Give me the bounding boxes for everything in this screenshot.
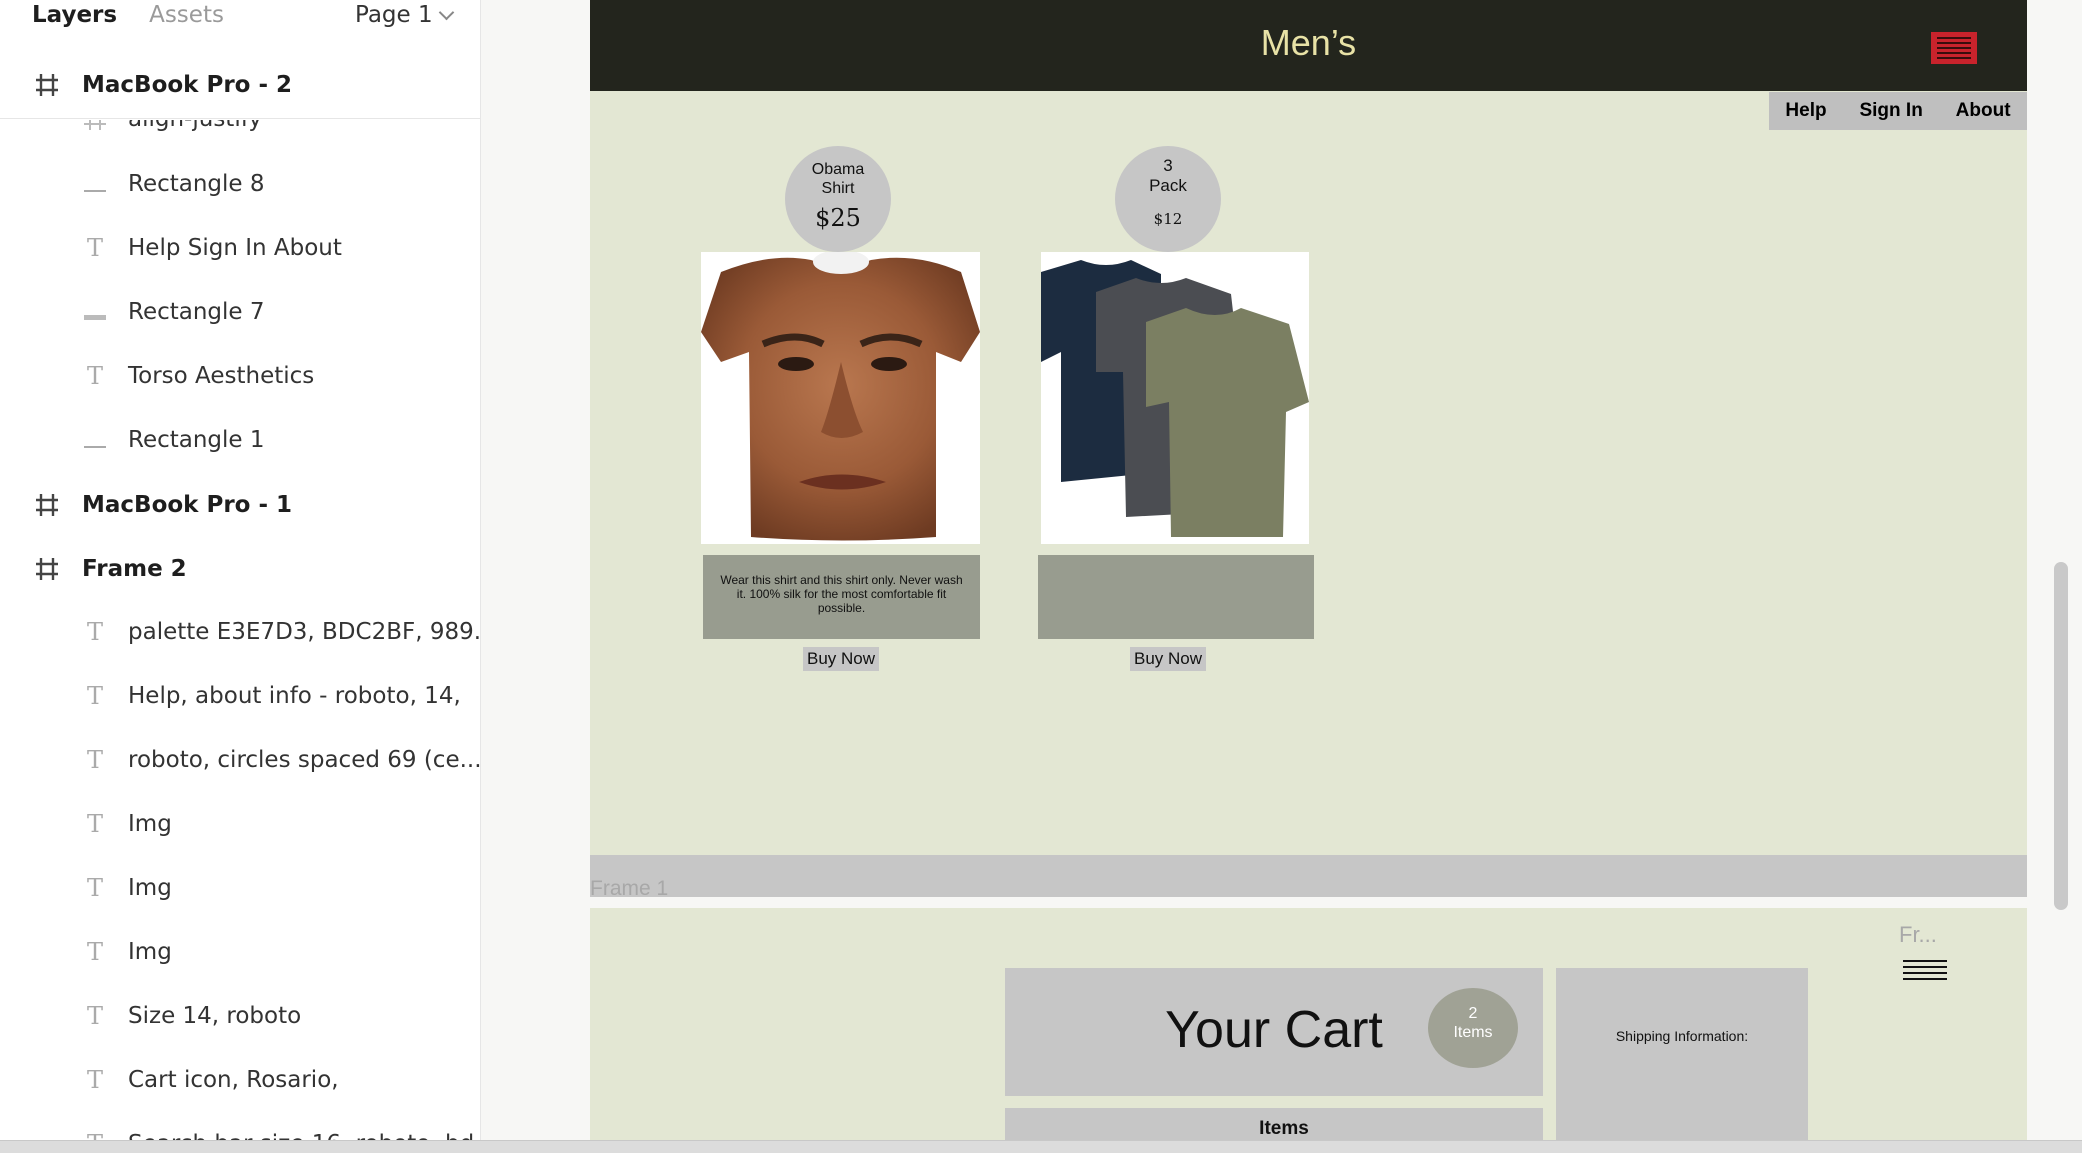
layer-item[interactable]: T palette E3E7D3, BDC2BF, 989... <box>80 618 481 646</box>
nav-help[interactable]: Help <box>1785 100 1826 122</box>
layers-panel: Layers Assets Page 1 MacBook Pro - 2 ali… <box>0 0 481 1152</box>
text-icon: T <box>86 618 103 646</box>
text-icon: T <box>86 938 103 966</box>
top-nav: Help Sign In About <box>1769 92 2027 130</box>
menu-icon[interactable] <box>1903 960 1947 980</box>
product-description: Wear this shirt and this shirt only. Nev… <box>703 555 980 639</box>
text-icon: T <box>86 810 103 838</box>
product-price: $25 <box>815 204 861 232</box>
layer-frame-mac1[interactable]: MacBook Pro - 1 <box>32 490 292 520</box>
badge-line-2: Shirt <box>821 180 855 197</box>
frame-mens-page[interactable]: Men’s Help Sign In About Obama Shirt $25 <box>590 0 2027 855</box>
text-icon: T <box>86 362 103 390</box>
shipping-box: Shipping Information: <box>1556 968 1808 1152</box>
layers-panel-header: Layers Assets Page 1 MacBook Pro - 2 <box>0 0 480 119</box>
page-selector[interactable]: Page 1 <box>355 2 454 28</box>
design-canvas[interactable]: Men’s Help Sign In About Obama Shirt $25 <box>481 0 2082 1152</box>
frame-divider <box>590 855 2027 897</box>
frame-icon <box>36 558 58 580</box>
layer-label: Help, about info - roboto, 14, <box>128 683 461 709</box>
nav-about[interactable]: About <box>1956 100 2011 122</box>
product-image-3-pack[interactable] <box>1041 252 1309 544</box>
header-title: Men’s <box>1260 22 1357 63</box>
layer-frame-label: MacBook Pro - 2 <box>82 72 293 98</box>
badge-line-1: 3 <box>1163 156 1173 175</box>
text-icon: T <box>86 746 103 774</box>
cart-count: 2 <box>1468 1005 1478 1022</box>
bottom-edge <box>0 1140 2082 1153</box>
frame-icon <box>36 74 58 96</box>
layer-label: palette E3E7D3, BDC2BF, 989... <box>128 619 481 645</box>
layer-item[interactable]: T roboto, circles spaced 69 (ce... <box>80 746 481 774</box>
canvas-scrollbar[interactable] <box>2054 562 2068 910</box>
product-badge: Obama Shirt $25 <box>785 146 891 252</box>
layer-item[interactable]: T Size 14, roboto <box>80 1002 301 1030</box>
text-icon: T <box>86 1066 103 1094</box>
layer-item[interactable]: T Img <box>80 810 172 838</box>
items-heading: Items <box>1259 1118 1309 1139</box>
cart-header-box: Your Cart 2 Items <box>1005 968 1543 1096</box>
product-price: $12 <box>1153 210 1183 228</box>
layer-item[interactable]: Rectangle 1 <box>80 426 265 454</box>
frame-label[interactable]: Fr... <box>1899 922 1937 948</box>
shipping-label: Shipping Information: <box>1615 1028 1749 1044</box>
product-image-obama-shirt[interactable] <box>701 252 980 544</box>
layer-label: Img <box>128 811 172 837</box>
layer-label: Rectangle 8 <box>128 171 265 197</box>
layer-item[interactable]: Rectangle 8 <box>80 170 265 198</box>
layer-item[interactable]: Rectangle 7 <box>80 298 265 326</box>
layer-item[interactable]: T Help, about info - roboto, 14, <box>80 682 461 710</box>
badge-line-2: Pack <box>1149 176 1187 195</box>
frame-1-label[interactable]: Frame 1 <box>590 877 668 901</box>
layer-frame-label: MacBook Pro - 1 <box>82 492 293 518</box>
layer-frame-label: Frame 2 <box>82 556 187 582</box>
layer-item[interactable]: T Img <box>80 938 172 966</box>
layer-label: Img <box>128 875 172 901</box>
chevron-down-icon <box>438 4 454 20</box>
text-icon: T <box>86 1002 103 1030</box>
frame-icon <box>36 494 58 516</box>
buy-now-button[interactable]: Buy Now <box>1130 647 1207 671</box>
layer-frame-frame2[interactable]: Frame 2 <box>32 554 187 584</box>
rectangle-icon <box>80 298 110 326</box>
rectangle-icon <box>80 426 110 454</box>
layer-label: Torso Aesthetics <box>128 363 315 389</box>
page-selector-label: Page 1 <box>355 2 433 28</box>
site-header: Men’s <box>590 0 2027 91</box>
product-description <box>1038 555 1314 639</box>
layer-label: Rectangle 1 <box>128 427 265 453</box>
buy-now-button[interactable]: Buy Now <box>803 647 880 671</box>
text-icon: T <box>86 234 103 262</box>
tab-assets[interactable]: Assets <box>149 2 224 28</box>
layer-label: Cart icon, Rosario, <box>128 1067 339 1093</box>
layer-label: Help Sign In About <box>128 235 342 261</box>
layer-label: Img <box>128 939 172 965</box>
cart-count-badge: 2 Items <box>1428 988 1518 1068</box>
cart-count-label: Items <box>1453 1024 1493 1041</box>
layer-item[interactable]: T Torso Aesthetics <box>80 362 314 390</box>
tab-layers[interactable]: Layers <box>32 2 117 28</box>
layer-label: Size 14, roboto <box>128 1003 302 1029</box>
layer-item[interactable]: T Help Sign In About <box>80 234 342 262</box>
layer-label: roboto, circles spaced 69 (ce... <box>128 747 481 773</box>
rectangle-icon <box>80 170 110 198</box>
three-pack-tshirts-image <box>1041 260 1309 537</box>
layer-label: Rectangle 7 <box>128 299 265 325</box>
layer-item[interactable]: T Cart icon, Rosario, <box>80 1066 339 1094</box>
layer-item[interactable]: T Img <box>80 874 172 902</box>
text-icon: T <box>86 874 103 902</box>
nav-sign-in[interactable]: Sign In <box>1859 100 1922 122</box>
text-icon: T <box>86 682 103 710</box>
menu-icon[interactable] <box>1931 32 1977 64</box>
frame-cart-page[interactable]: Fr... Your Cart 2 Items Shipping Informa… <box>590 908 2027 1152</box>
obama-shirt-image <box>701 252 980 541</box>
product-badge: 3 Pack $12 <box>1115 146 1221 252</box>
badge-line-1: Obama <box>811 161 865 178</box>
layer-frame-mac2[interactable]: MacBook Pro - 2 <box>32 70 292 100</box>
